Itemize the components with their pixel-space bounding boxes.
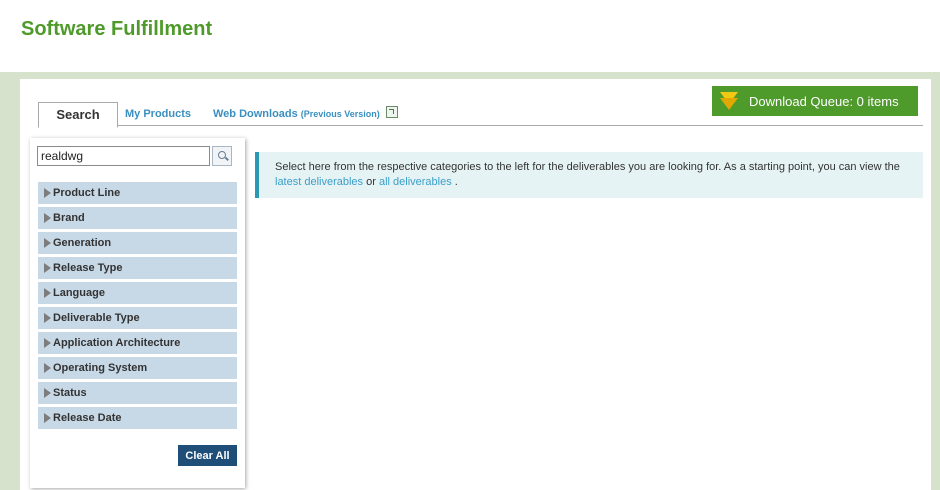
expand-arrow-icon [44,188,51,198]
filter-operating-system[interactable]: Operating System [38,357,237,379]
external-link-icon [385,106,398,118]
filter-release-date[interactable]: Release Date [38,407,237,429]
latest-deliverables-link[interactable]: latest deliverables [275,176,363,188]
search-icon [218,151,226,159]
info-message: Select here from the respective categori… [255,152,923,198]
tab-my-products[interactable]: My Products [125,102,191,126]
download-queue-label: Download Queue: 0 items [749,93,899,109]
filter-product-line[interactable]: Product Line [38,182,237,204]
filter-label: Brand [53,212,85,224]
filter-label: Language [53,287,105,299]
info-text-or: or [366,176,376,188]
filter-application-architecture[interactable]: Application Architecture [38,332,237,354]
filter-label: Release Date [53,412,122,424]
filter-release-type[interactable]: Release Type [38,257,237,279]
expand-arrow-icon [44,388,51,398]
tab-web-downloads-label: Web Downloads [213,108,298,120]
search-input[interactable] [37,146,210,166]
download-queue-button[interactable]: Download Queue: 0 items [712,86,918,116]
tab-search[interactable]: Search [38,102,118,128]
filter-status[interactable]: Status [38,382,237,404]
all-deliverables-link[interactable]: all deliverables [379,176,452,188]
expand-arrow-icon [44,338,51,348]
expand-arrow-icon [44,313,51,323]
expand-arrow-icon [44,363,51,373]
info-text-end: . [454,176,458,188]
filter-label: Application Architecture [53,337,181,349]
clear-all-button[interactable]: Clear All [178,445,237,466]
filter-generation[interactable]: Generation [38,232,237,254]
tab-web-downloads-note: (Previous Version) [300,109,380,119]
expand-arrow-icon [44,413,51,423]
filter-list: Product Line Brand Generation Release Ty… [38,182,237,432]
download-arrow-icon [720,92,740,110]
filter-language[interactable]: Language [38,282,237,304]
expand-arrow-icon [44,238,51,248]
filter-label: Status [53,387,87,399]
tab-web-downloads[interactable]: Web Downloads (Previous Version) [213,102,398,126]
filter-label: Release Type [53,262,123,274]
expand-arrow-icon [44,288,51,298]
filter-deliverable-type[interactable]: Deliverable Type [38,307,237,329]
filter-brand[interactable]: Brand [38,207,237,229]
page-title: Software Fulfillment [21,18,213,40]
expand-arrow-icon [44,263,51,273]
search-button[interactable] [212,146,232,166]
info-text: Select here from the respective categori… [275,161,900,173]
filter-label: Operating System [53,362,148,374]
expand-arrow-icon [44,213,51,223]
filter-panel: Product Line Brand Generation Release Ty… [30,138,245,488]
filter-label: Product Line [53,187,121,199]
filter-label: Generation [53,237,112,249]
filter-label: Deliverable Type [53,312,140,324]
